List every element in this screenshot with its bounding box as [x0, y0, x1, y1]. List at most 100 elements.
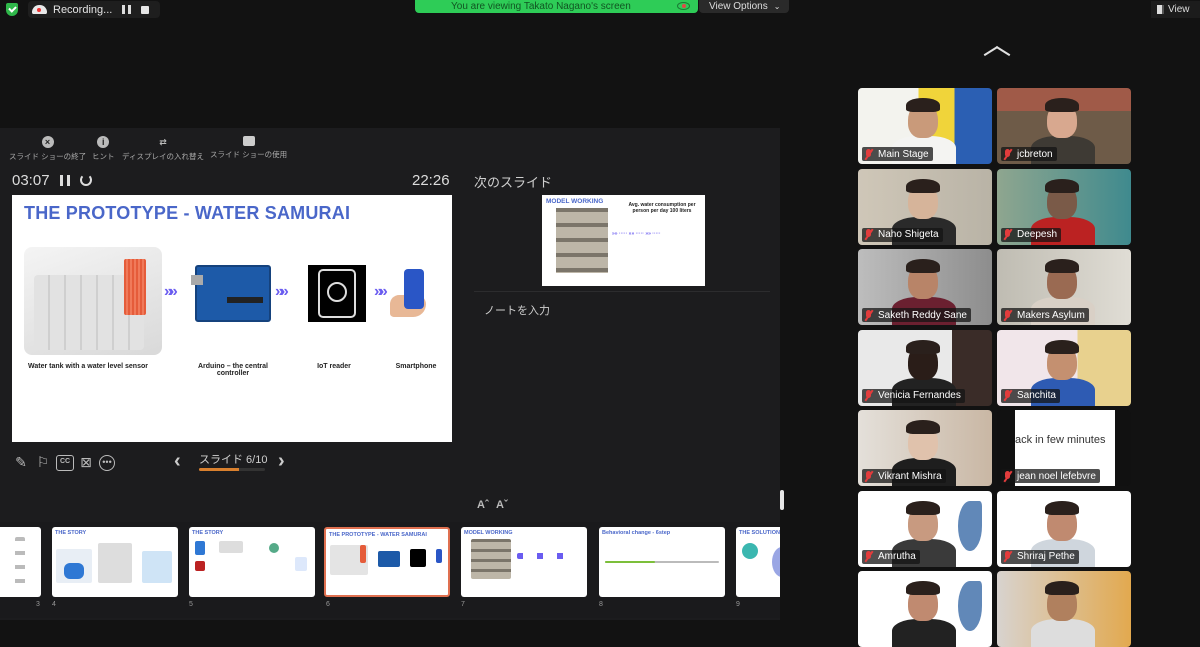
- recording-label: Recording...: [53, 3, 113, 16]
- participant-tile[interactable]: Vikrant Mishra: [858, 410, 992, 486]
- participant-tile[interactable]: Venicia Fernandes: [858, 329, 992, 406]
- mic-muted-icon: [864, 551, 873, 562]
- participant-video: [906, 500, 940, 515]
- more-options-icon[interactable]: •••: [99, 455, 115, 471]
- participant-name: Makers Asylum: [1017, 309, 1085, 321]
- participant-name: Main Stage: [878, 148, 929, 160]
- pause-recording-button[interactable]: [122, 5, 132, 14]
- slide-thumbnail[interactable]: [0, 527, 41, 597]
- slide-caption: Smartphone: [395, 363, 437, 370]
- participant-name: Amrutha: [878, 551, 916, 562]
- security-shield-icon[interactable]: [6, 3, 18, 16]
- participant-name-tag: Naho Shigeta: [862, 227, 943, 242]
- mic-muted-icon: [864, 390, 873, 401]
- participant-tile[interactable]: Deepesh: [997, 168, 1131, 245]
- chevron-down-icon: ⌄: [773, 2, 781, 11]
- next-slide-preview[interactable]: MODEL WORKING Avg. water consumption per…: [542, 195, 705, 286]
- participant-name-tag: Amrutha: [862, 549, 920, 564]
- gallery-scroll-up-button[interactable]: [982, 44, 1010, 58]
- slide-number: 5: [189, 601, 193, 608]
- increase-font-button[interactable]: Aˆ: [477, 499, 489, 511]
- participant-name: Naho Shigeta: [878, 229, 939, 240]
- participant-tile[interactable]: Main Stage: [858, 88, 992, 164]
- stop-recording-button[interactable]: [141, 5, 150, 14]
- participant-name: jean noel lefebvre: [1017, 470, 1096, 482]
- slide-caption: Arduino – the central controller: [197, 363, 268, 377]
- swap-displays-button[interactable]: ⇄ ディスプレイの入れ替え: [122, 136, 204, 162]
- participant-name-tag: Shriraj Pethe: [1001, 549, 1079, 564]
- mic-muted-icon: [1003, 229, 1012, 240]
- participant-name: Venicia Fernandes: [878, 390, 961, 401]
- flow-arrow-icon: »»: [374, 283, 388, 300]
- flow-arrow-icon: »»: [275, 283, 289, 300]
- end-slideshow-button[interactable]: × スライド ショーの終了: [9, 136, 86, 162]
- participant-tile[interactable]: Makers Asylum: [997, 249, 1131, 325]
- participant-tile[interactable]: Naho Shigeta: [858, 168, 992, 245]
- mic-muted-icon: [1003, 390, 1012, 401]
- participant-video: [906, 178, 940, 193]
- toolbar-label: スライド ショーの終了: [9, 152, 87, 161]
- participant-name: Vikrant Mishra: [878, 470, 942, 482]
- slide-title: THE PROTOTYPE - WATER SAMURAI: [24, 203, 351, 223]
- cloud-recording-icon: [32, 5, 47, 14]
- next-slide-title: MODEL WORKING: [546, 198, 604, 205]
- participant-name: Saketh Reddy Sane: [878, 309, 967, 321]
- participant-video: [906, 420, 940, 434]
- slide-number: 8: [599, 601, 603, 608]
- building-image: [556, 208, 608, 273]
- slide-progress-fill: [199, 468, 239, 471]
- participant-tile[interactable]: Amrutha: [858, 490, 992, 567]
- use-slideshow-button[interactable]: スライド ショーの使用: [210, 136, 287, 160]
- laser-pointer-icon[interactable]: ⚐: [34, 454, 52, 470]
- divider: [474, 291, 770, 292]
- participant-tile[interactable]: Sanchita: [997, 329, 1131, 406]
- participant-tile[interactable]: Shriraj Pethe: [997, 490, 1131, 567]
- mic-muted-icon: [1003, 309, 1012, 321]
- participant-tile[interactable]: Saketh Reddy Sane: [858, 249, 992, 325]
- thumbnail-title: MODEL WORKING: [464, 530, 513, 536]
- slide-thumbnail[interactable]: THE SOLUTION: [736, 527, 780, 597]
- notes-input[interactable]: ノートを入力: [484, 302, 550, 318]
- shared-video-text: ack in few minutes: [1015, 434, 1106, 446]
- previous-slide-button[interactable]: ‹: [174, 450, 181, 473]
- participant-tile[interactable]: jcbreton: [997, 88, 1131, 164]
- meeting-top-bar: Recording... You are viewing Takato Naga…: [0, 0, 1200, 20]
- pen-tool-icon[interactable]: ✎: [12, 454, 30, 470]
- slide-thumbnail[interactable]: THE STORY: [189, 527, 315, 597]
- participant-tile[interactable]: ack in few minutes jean noel lefebvre: [997, 410, 1131, 486]
- next-slide-label: 次のスライド: [474, 175, 553, 190]
- pause-timer-icon[interactable]: [60, 175, 70, 186]
- participant-name: Sanchita: [1017, 390, 1056, 401]
- reset-timer-icon[interactable]: [80, 174, 92, 186]
- slide-thumbnail-active[interactable]: THE PROTOTYPE - WATER SAMURAI: [324, 527, 450, 597]
- participant-video: [906, 339, 940, 354]
- slide-thumbnail[interactable]: Behavioral change - 6step: [599, 527, 725, 597]
- next-slide-heading: Avg. water consumption per person per da…: [628, 202, 696, 214]
- slide-thumbnail[interactable]: THE STORY: [52, 527, 178, 597]
- participant-name-tag: Vikrant Mishra: [862, 469, 946, 483]
- participant-name: Shriraj Pethe: [1017, 551, 1075, 562]
- subtitles-cc-button[interactable]: CC: [56, 455, 74, 471]
- camera-off-icon[interactable]: ⊠: [77, 454, 95, 470]
- participant-tile[interactable]: [858, 571, 992, 647]
- participant-tile[interactable]: [997, 571, 1131, 647]
- slide-filmstrip: 3 THE STORY 4 THE STORY 5 THE PROTOTYPE …: [0, 522, 780, 618]
- next-slide-button[interactable]: ›: [278, 450, 285, 473]
- participant-name-tag: Sanchita: [1001, 388, 1060, 403]
- view-button[interactable]: View: [1151, 1, 1200, 18]
- view-options-button[interactable]: View Options ⌄: [699, 0, 789, 13]
- logo-watermark: [958, 500, 982, 551]
- recording-indicator: Recording...: [28, 1, 160, 18]
- slide-number: 7: [461, 601, 465, 608]
- slideshow-icon: [242, 136, 255, 146]
- participant-name-tag: Deepesh: [1001, 227, 1062, 242]
- participant-video: [1045, 178, 1079, 193]
- slide-thumbnail[interactable]: MODEL WORKING: [461, 527, 587, 597]
- slide-caption: Water tank with a water level sensor: [28, 363, 148, 370]
- water-level-sensor-image: [124, 259, 146, 315]
- participant-name-tag: Main Stage: [862, 147, 933, 161]
- pane-resize-handle[interactable]: [780, 490, 784, 510]
- hints-button[interactable]: i ヒント: [92, 136, 115, 162]
- toolbar-label: ディスプレイの入れ替え: [122, 152, 204, 161]
- decrease-font-button[interactable]: Aˇ: [496, 499, 508, 511]
